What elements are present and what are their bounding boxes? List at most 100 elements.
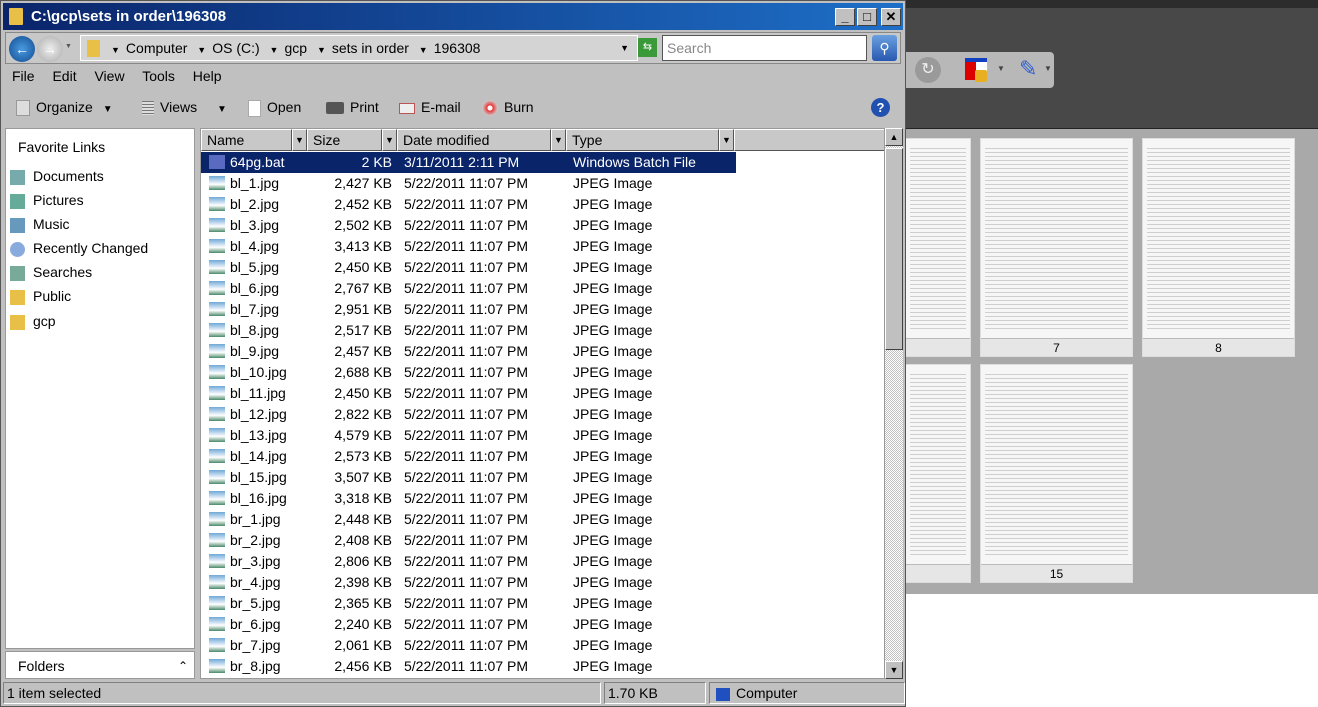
file-type: JPEG Image: [573, 574, 653, 590]
organize-button[interactable]: Organize ▼: [16, 96, 113, 121]
file-row[interactable]: bl_1.jpg 2,427 KB 5/22/2011 11:07 PM JPEG I…: [201, 173, 736, 194]
open-button[interactable]: Open: [248, 96, 301, 118]
scroll-thumb[interactable]: [885, 148, 903, 350]
help-icon[interactable]: ?: [871, 98, 890, 117]
burn-button[interactable]: Burn: [482, 96, 534, 118]
menu-help[interactable]: Help: [193, 68, 222, 84]
column-size-dropdown[interactable]: ▼: [382, 129, 397, 151]
file-row[interactable]: 64pg.bat 2 KB 3/11/2011 2:11 PM Windows Bat…: [201, 151, 737, 174]
file-date: 5/22/2011 11:07 PM: [404, 553, 529, 569]
file-row[interactable]: br_3.jpg 2,806 KB 5/22/2011 11:07 PM JPEG I…: [201, 551, 736, 572]
maximize-button[interactable]: □: [857, 8, 877, 26]
file-type: JPEG Image: [573, 448, 653, 464]
file-name: bl_2.jpg: [230, 196, 280, 212]
folders-toggle[interactable]: Folders ⌃: [5, 651, 195, 679]
nav-recently-changed[interactable]: Recently Changed: [10, 237, 148, 259]
email-button[interactable]: E-mail: [399, 96, 461, 118]
column-name[interactable]: Name: [201, 129, 292, 151]
page-thumbnail[interactable]: 8: [1142, 138, 1295, 357]
refresh-button[interactable]: ⇆: [638, 38, 657, 57]
search-button[interactable]: ⚲: [872, 35, 897, 61]
file-row[interactable]: bl_14.jpg 2,573 KB 5/22/2011 11:07 PM JPEG …: [201, 446, 736, 467]
dropdown-arrow-icon[interactable]: ▼: [997, 64, 1005, 73]
document-icon: [248, 99, 261, 117]
file-row[interactable]: br_2.jpg 2,408 KB 5/22/2011 11:07 PM JPEG I…: [201, 530, 736, 551]
file-row[interactable]: bl_12.jpg 2,822 KB 5/22/2011 11:07 PM JPEG …: [201, 404, 736, 425]
nav-documents[interactable]: Documents: [10, 165, 104, 187]
file-row[interactable]: bl_16.jpg 3,318 KB 5/22/2011 11:07 PM JPEG …: [201, 488, 736, 509]
recent-icon: [10, 241, 25, 257]
file-row[interactable]: bl_10.jpg 2,688 KB 5/22/2011 11:07 PM JPEG …: [201, 362, 736, 383]
file-size: 2,767 KB: [334, 280, 392, 296]
nav-searches[interactable]: Searches: [10, 261, 92, 283]
documents-icon: [10, 169, 25, 185]
address-dropdown-icon[interactable]: ▼: [620, 36, 629, 60]
dropdown-arrow-icon[interactable]: ▼: [1044, 64, 1052, 73]
breadcrumb-sets-in-order[interactable]: sets in order: [332, 40, 409, 56]
nav-public[interactable]: Public: [10, 285, 71, 307]
title-bar[interactable]: C:\gcp\sets in order\196308 _ □ ✕: [3, 3, 903, 30]
file-row[interactable]: bl_2.jpg 2,452 KB 5/22/2011 11:07 PM JPEG I…: [201, 194, 736, 215]
nav-music[interactable]: Music: [10, 213, 70, 235]
print-button[interactable]: Print: [326, 96, 379, 118]
column-date-modified[interactable]: Date modified: [397, 129, 551, 151]
page-number: 7: [981, 338, 1132, 356]
file-row[interactable]: bl_7.jpg 2,951 KB 5/22/2011 11:07 PM JPEG I…: [201, 299, 736, 320]
file-row[interactable]: bl_11.jpg 2,450 KB 5/22/2011 11:07 PM JPEG …: [201, 383, 736, 404]
file-list-scrollbar[interactable]: ▲ ▼: [885, 128, 903, 679]
scroll-down-button[interactable]: ▼: [885, 661, 903, 679]
file-date: 5/22/2011 11:07 PM: [404, 532, 529, 548]
file-row[interactable]: bl_13.jpg 4,579 KB 5/22/2011 11:07 PM JPEG …: [201, 425, 736, 446]
pen-icon[interactable]: ✎: [1019, 56, 1037, 82]
file-row[interactable]: br_1.jpg 2,448 KB 5/22/2011 11:07 PM JPEG I…: [201, 509, 736, 530]
breadcrumb-drive[interactable]: OS (C:): [212, 40, 259, 56]
file-row[interactable]: br_5.jpg 2,365 KB 5/22/2011 11:07 PM JPEG I…: [201, 593, 736, 614]
file-row[interactable]: br_6.jpg 2,240 KB 5/22/2011 11:07 PM JPEG I…: [201, 614, 736, 635]
menu-view[interactable]: View: [94, 68, 124, 84]
image-file-icon: [209, 239, 225, 253]
file-row[interactable]: br_4.jpg 2,398 KB 5/22/2011 11:07 PM JPEG I…: [201, 572, 736, 593]
menu-file[interactable]: File: [12, 68, 35, 84]
breadcrumb-gcp[interactable]: gcp: [284, 40, 307, 56]
page-number: [906, 338, 970, 356]
page-thumbnail[interactable]: [905, 138, 971, 357]
file-row[interactable]: bl_5.jpg 2,450 KB 5/22/2011 11:07 PM JPEG I…: [201, 257, 736, 278]
file-row[interactable]: bl_3.jpg 2,502 KB 5/22/2011 11:07 PM JPEG I…: [201, 215, 736, 236]
column-type[interactable]: Type: [566, 129, 719, 151]
back-button[interactable]: ←: [9, 36, 35, 62]
page-thumbnail[interactable]: 7: [980, 138, 1133, 357]
image-file-icon: [209, 281, 225, 295]
redo-icon[interactable]: ↻: [915, 57, 941, 83]
nav-pictures[interactable]: Pictures: [10, 189, 84, 211]
file-row[interactable]: bl_6.jpg 2,767 KB 5/22/2011 11:07 PM JPEG I…: [201, 278, 736, 299]
file-row[interactable]: bl_8.jpg 2,517 KB 5/22/2011 11:07 PM JPEG I…: [201, 320, 736, 341]
search-input[interactable]: Search: [662, 35, 867, 61]
recent-pages-dropdown[interactable]: ▼: [65, 43, 72, 50]
file-type: JPEG Image: [573, 595, 653, 611]
page-thumbnail[interactable]: 15: [980, 364, 1133, 583]
minimize-button[interactable]: _: [835, 8, 855, 26]
menu-edit[interactable]: Edit: [52, 68, 76, 84]
security-lock-icon[interactable]: [965, 58, 987, 82]
column-name-dropdown[interactable]: ▼: [292, 129, 307, 151]
views-button[interactable]: Views ▼: [142, 96, 227, 121]
file-row[interactable]: bl_15.jpg 3,507 KB 5/22/2011 11:07 PM JPEG …: [201, 467, 736, 488]
forward-button[interactable]: →: [37, 36, 63, 62]
file-row[interactable]: br_7.jpg 2,061 KB 5/22/2011 11:07 PM JPEG I…: [201, 635, 736, 656]
close-button[interactable]: ✕: [881, 8, 901, 26]
column-type-dropdown[interactable]: ▼: [719, 129, 734, 151]
file-name: bl_5.jpg: [230, 259, 280, 275]
file-row[interactable]: br_8.jpg 2,456 KB 5/22/2011 11:07 PM JPEG I…: [201, 656, 736, 677]
column-date-dropdown[interactable]: ▼: [551, 129, 566, 151]
page-thumbnail[interactable]: [905, 364, 971, 583]
breadcrumb-current[interactable]: 196308: [434, 40, 481, 56]
menu-tools[interactable]: Tools: [142, 68, 175, 84]
scroll-up-button[interactable]: ▲: [885, 128, 903, 146]
file-row[interactable]: bl_9.jpg 2,457 KB 5/22/2011 11:07 PM JPEG I…: [201, 341, 736, 362]
breadcrumb[interactable]: ▼ Computer ▼ OS (C:) ▼ gcp ▼ sets in order ▼…: [80, 35, 638, 61]
file-row[interactable]: bl_4.jpg 3,413 KB 5/22/2011 11:07 PM JPEG I…: [201, 236, 736, 257]
file-size: 2,517 KB: [334, 322, 392, 338]
column-size[interactable]: Size: [307, 129, 382, 151]
nav-gcp[interactable]: gcp: [10, 310, 56, 332]
breadcrumb-computer[interactable]: Computer: [126, 40, 187, 56]
